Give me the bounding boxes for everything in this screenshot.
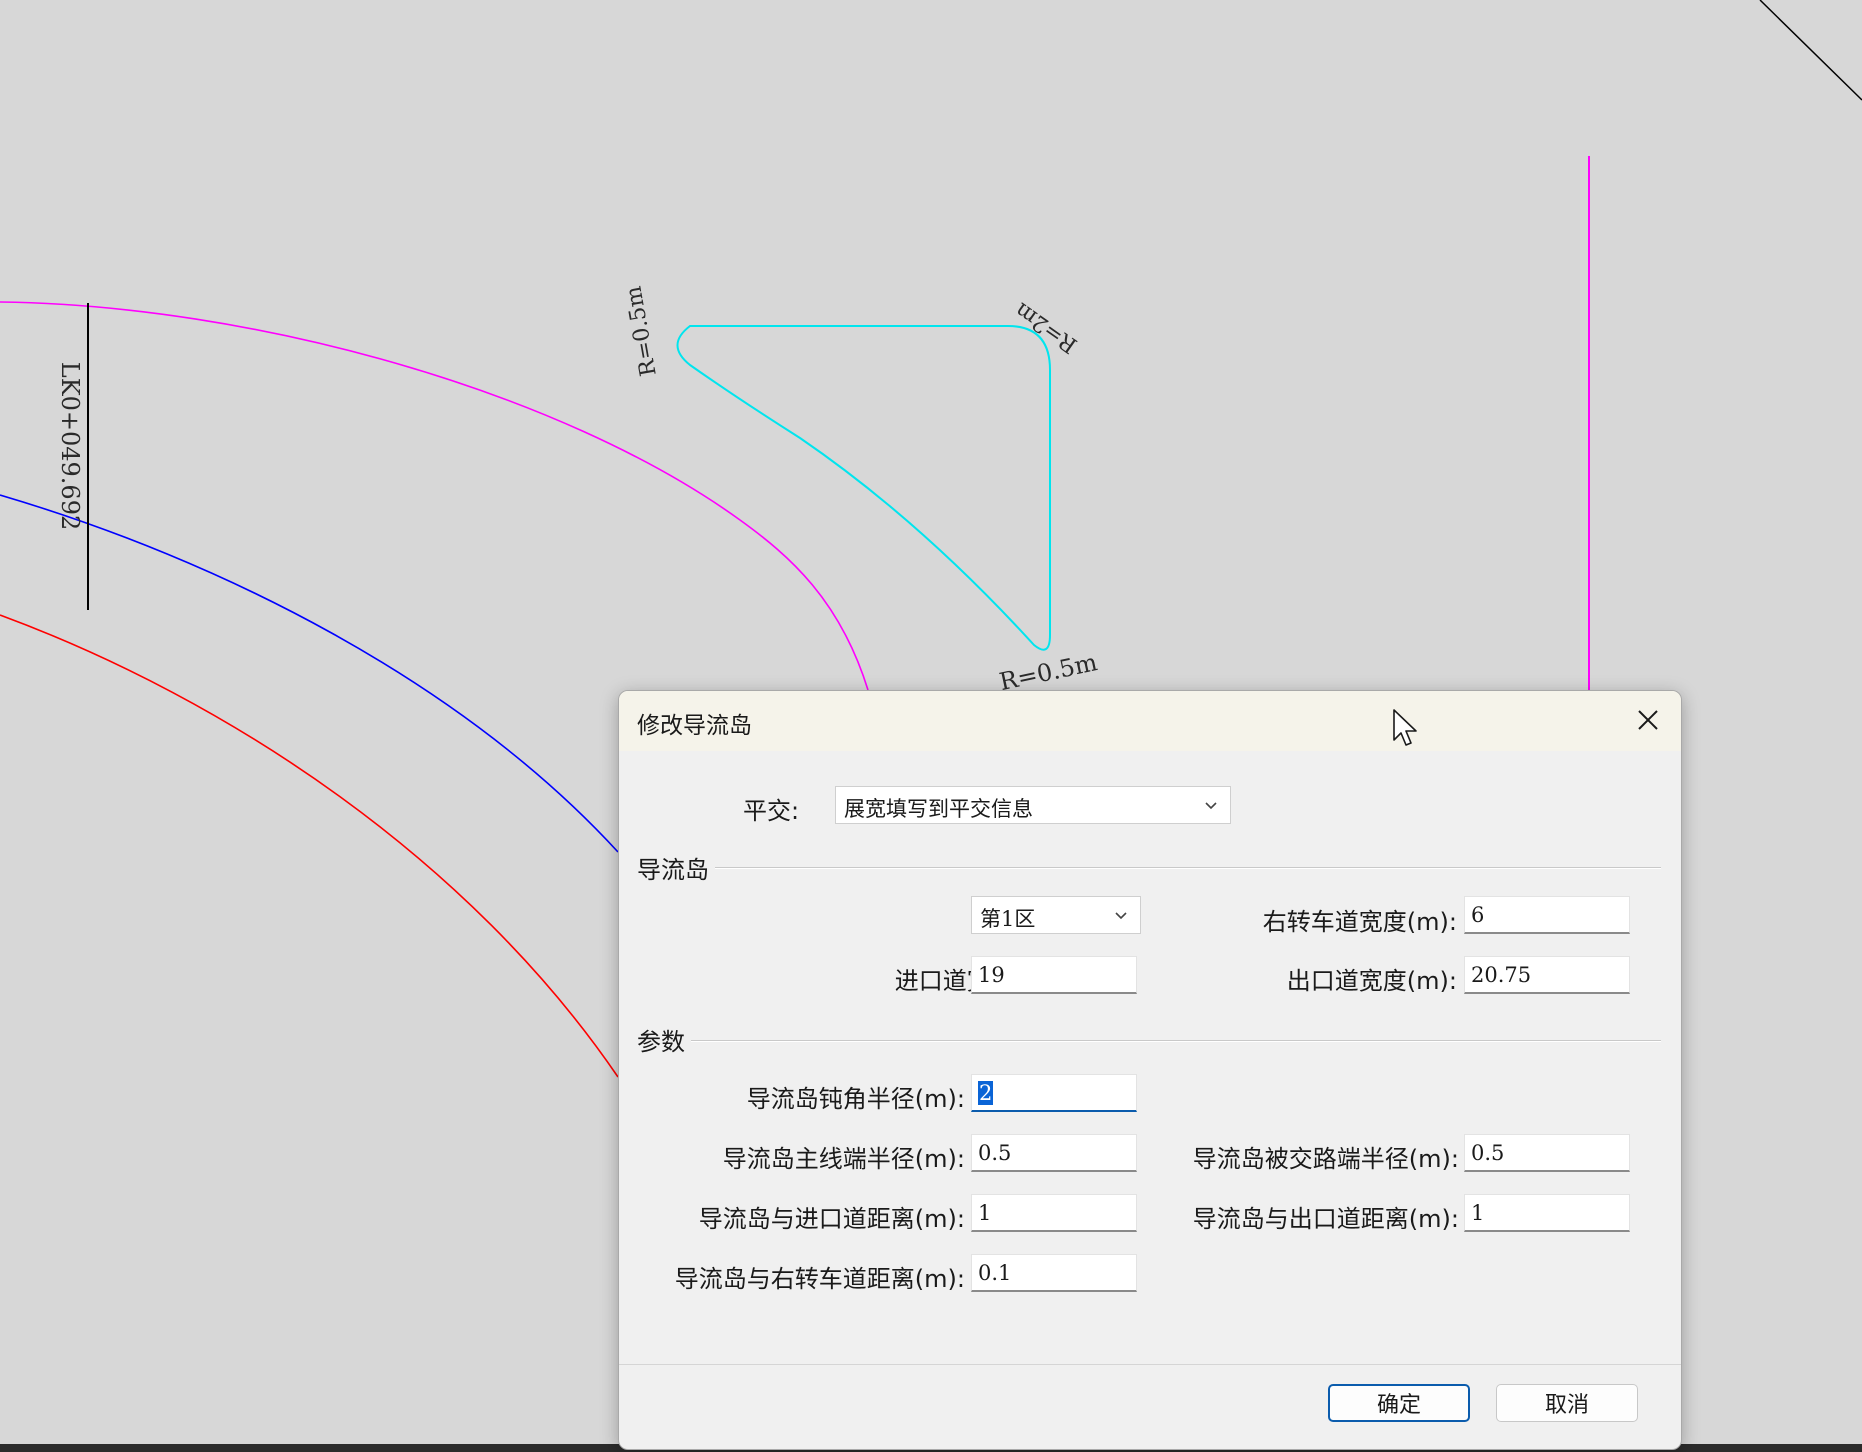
obtuse-radius-input[interactable]: 2 bbox=[971, 1074, 1137, 1112]
radius-label-top-left: R=0.5m bbox=[621, 284, 661, 378]
close-icon bbox=[1638, 710, 1658, 730]
chevron-down-icon bbox=[1205, 802, 1217, 810]
params-group-title: 参数 bbox=[637, 1022, 691, 1057]
entry-distance-input[interactable]: 1 bbox=[971, 1194, 1137, 1232]
magenta-arc bbox=[0, 301, 869, 691]
intersection-select-value: 展宽填写到平交信息 bbox=[844, 797, 1033, 821]
channelization-island[interactable] bbox=[676, 325, 1051, 651]
params-group-divider bbox=[637, 1040, 1661, 1042]
modify-island-dialog: 修改导流岛 平交: 展宽填写到平交信息 导流岛 片区: 第1区 右转车道宽度(m… bbox=[618, 690, 1682, 1450]
entry-distance-label: 导流岛与进口道距离(m): bbox=[698, 1205, 965, 1233]
intersection-select[interactable]: 展宽填写到平交信息 bbox=[835, 786, 1231, 824]
exit-width-label: 出口道宽度(m): bbox=[1286, 967, 1457, 995]
entry-width-input[interactable]: 19 bbox=[971, 956, 1137, 994]
right-turn-width-label: 右转车道宽度(m): bbox=[1262, 908, 1457, 936]
mouse-pointer-icon bbox=[1393, 709, 1417, 746]
cross-end-radius-input[interactable]: 0.5 bbox=[1464, 1134, 1630, 1172]
cross-end-radius-label: 导流岛被交路端半径(m): bbox=[1192, 1145, 1459, 1173]
intersection-label: 平交: bbox=[743, 797, 800, 825]
dialog-titlebar[interactable]: 修改导流岛 bbox=[619, 691, 1681, 751]
obtuse-radius-value: 2 bbox=[978, 1081, 994, 1105]
exit-distance-label: 导流岛与出口道距离(m): bbox=[1192, 1205, 1459, 1233]
chevron-down-icon bbox=[1115, 912, 1127, 920]
exit-width-input[interactable]: 20.75 bbox=[1464, 956, 1630, 994]
zone-select-value: 第1区 bbox=[980, 907, 1036, 931]
close-button[interactable] bbox=[1625, 697, 1671, 743]
blue-arc bbox=[0, 494, 619, 853]
dialog-title: 修改导流岛 bbox=[637, 713, 752, 739]
cancel-button[interactable]: 取消 bbox=[1496, 1384, 1638, 1422]
right-turn-width-input[interactable]: 6 bbox=[1464, 896, 1630, 934]
exit-distance-input[interactable]: 1 bbox=[1464, 1194, 1630, 1232]
main-end-radius-input[interactable]: 0.5 bbox=[971, 1134, 1137, 1172]
obtuse-radius-label: 导流岛钝角半径(m): bbox=[746, 1085, 965, 1113]
main-end-radius-label: 导流岛主线端半径(m): bbox=[722, 1145, 965, 1173]
right-turn-distance-input[interactable]: 0.1 bbox=[971, 1254, 1137, 1292]
footer-divider bbox=[619, 1364, 1681, 1365]
zone-select[interactable]: 第1区 bbox=[971, 896, 1141, 934]
magenta-diagonal-line bbox=[1759, 0, 1862, 101]
radius-label-bottom: R=0.5m bbox=[997, 648, 1100, 696]
red-arc bbox=[0, 614, 619, 1078]
island-group-title: 导流岛 bbox=[637, 850, 715, 885]
island-group-divider bbox=[637, 867, 1661, 869]
ok-button[interactable]: 确定 bbox=[1328, 1384, 1470, 1422]
right-turn-distance-label: 导流岛与右转车道距离(m): bbox=[674, 1265, 965, 1293]
station-label: LK0+049.692 bbox=[56, 362, 84, 531]
